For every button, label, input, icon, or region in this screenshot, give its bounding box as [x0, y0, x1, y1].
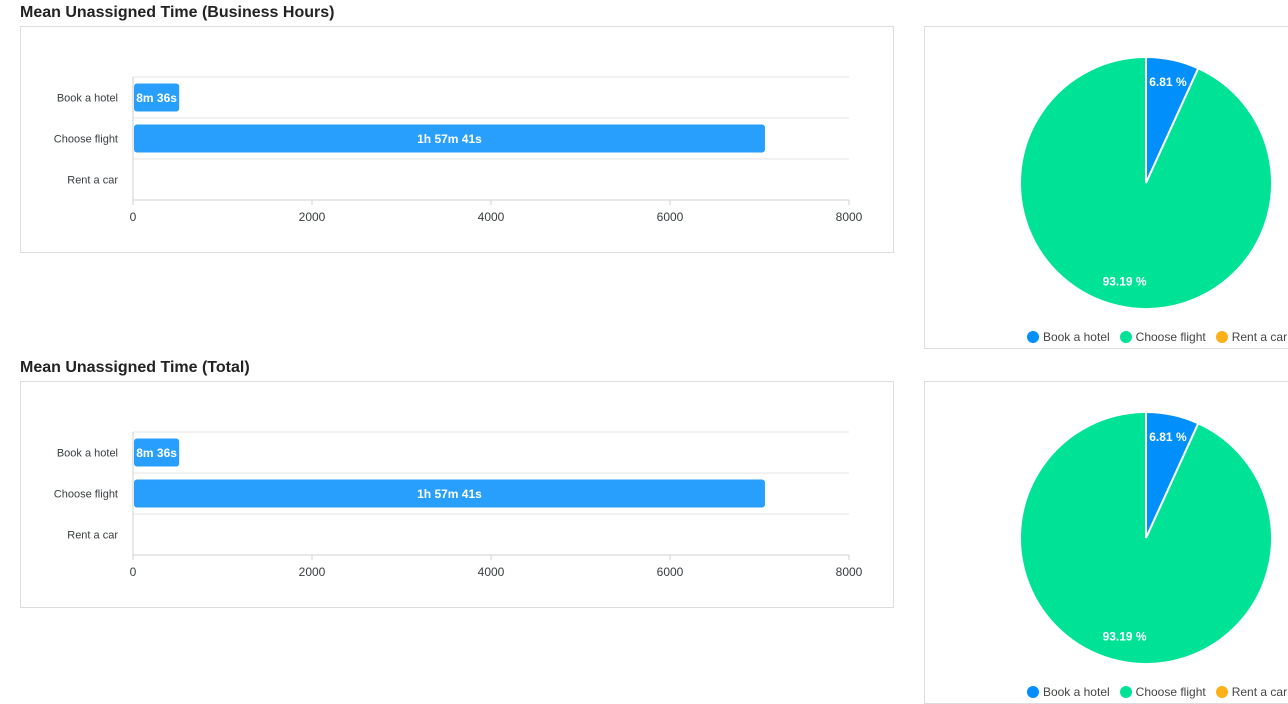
legend-item-choose-flight[interactable]: Choose flight — [1119, 330, 1206, 344]
x-tick-label: 6000 — [657, 210, 684, 224]
pie-chart-total: 6.81 % 93.19 % — [1019, 410, 1273, 665]
bar-chart-total: 0 2000 4000 6000 8000 Book a hotel 8m 36s Choos… — [54, 431, 863, 579]
category-label-rent-a-car: Rent a car — [67, 175, 118, 187]
section-title-total: Mean Unassigned Time (Total) — [20, 359, 250, 376]
section-title-business-hours: Mean Unassigned Time (Business Hours) — [20, 4, 335, 21]
x-tick-label: 2000 — [299, 210, 326, 224]
bar-data-label: 1h 57m 41s — [417, 487, 482, 501]
legend-label: Rent a car — [1231, 330, 1288, 344]
pie-data-label: 6.81 % — [1149, 430, 1187, 444]
x-tick-label: 8000 — [836, 565, 863, 579]
pie-chart-card-total: 6.81 % 93.19 % Book a hotel Choose flight… — [924, 381, 1288, 704]
bar-data-label: 1h 57m 41s — [417, 132, 482, 146]
category-label-choose-flight: Choose flight — [54, 489, 118, 501]
category-label-book-a-hotel: Book a hotel — [57, 93, 118, 105]
category-label-book-a-hotel: Book a hotel — [57, 448, 118, 460]
x-tick-label: 0 — [130, 210, 137, 224]
pie-chart-card-business-hours: 6.81 % 93.19 % Book a hotel Choose flight… — [924, 26, 1288, 349]
bar-chart-card-total: 0 2000 4000 6000 8000 Book a hotel 8m 36s Choos… — [20, 381, 894, 608]
x-tick-label: 6000 — [657, 565, 684, 579]
x-tick-label: 4000 — [478, 565, 505, 579]
legend-item-rent-car[interactable]: Rent a car — [1215, 330, 1288, 344]
bar-chart-business-hours: 0 2000 4000 6000 8000 Book a hotel 8m 36s Choos… — [54, 76, 863, 224]
pie-legend-business-hours: Book a hotel Choose flight Rent a car — [925, 330, 1288, 344]
bar-data-label: 8m 36s — [136, 446, 177, 460]
category-label-rent-a-car: Rent a car — [67, 530, 118, 542]
pie-data-label: 93.19 % — [1103, 630, 1147, 644]
x-tick-label: 0 — [130, 565, 137, 579]
legend-item-book-hotel[interactable]: Book a hotel — [1026, 330, 1110, 344]
legend-marker-icon — [1119, 686, 1132, 698]
pie-data-label: 93.19 % — [1103, 275, 1147, 289]
pie-slice-choose-flight[interactable] — [1019, 55, 1273, 310]
pie-slice-choose-flight[interactable] — [1019, 410, 1273, 665]
x-tick-label: 4000 — [478, 210, 505, 224]
category-label-choose-flight: Choose flight — [54, 134, 118, 146]
legend-marker-icon — [1119, 331, 1132, 343]
bar-chart-card-business-hours: 0 2000 4000 6000 8000 Book a hotel 8m 36s Choos… — [20, 26, 894, 253]
legend-marker-icon — [1215, 686, 1228, 698]
pie-data-label: 6.81 % — [1149, 75, 1187, 89]
legend-marker-icon — [1215, 331, 1228, 343]
x-tick-label: 8000 — [836, 210, 863, 224]
legend-marker-icon — [1026, 331, 1039, 343]
legend-label: Choose flight — [1135, 330, 1206, 344]
bar-data-label: 8m 36s — [136, 91, 177, 105]
legend-label: Book a hotel — [1042, 330, 1110, 344]
pie-chart-business-hours: 6.81 % 93.19 % — [1019, 55, 1273, 310]
legend-marker-icon — [1026, 686, 1039, 698]
x-tick-label: 2000 — [299, 565, 326, 579]
